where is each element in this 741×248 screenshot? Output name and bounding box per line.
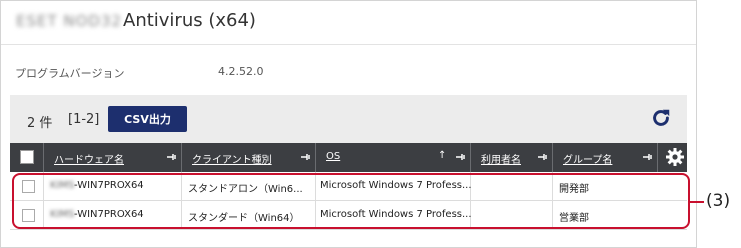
refresh-icon[interactable] [650, 107, 672, 129]
highlight-box [12, 173, 690, 229]
column-label-os: OS [326, 151, 341, 162]
column-header-group[interactable]: グループ名 [553, 143, 658, 172]
header-select-cell [10, 143, 44, 172]
column-header-client-type[interactable]: クライアント種別 [182, 143, 316, 172]
select-all-checkbox[interactable] [20, 150, 34, 164]
version-label: プログラムバージョン [15, 67, 125, 80]
pin-icon[interactable] [455, 152, 465, 162]
column-header-os[interactable]: OS ↑ [316, 143, 471, 172]
sort-ascending-icon[interactable]: ↑ [438, 150, 446, 161]
title-bar: ESET NOD32 Antivirus (x64) [1, 1, 696, 45]
column-header-hardware[interactable]: ハードウェア名 [44, 143, 182, 172]
column-label-client-type: クライアント種別 [192, 155, 272, 166]
program-version-row: プログラムバージョン 4.2.52.0 [1, 55, 696, 91]
column-label-user: 利用者名 [481, 155, 521, 166]
column-label-hardware: ハードウェア名 [54, 155, 124, 166]
pin-icon[interactable] [300, 152, 310, 162]
pin-icon[interactable] [642, 152, 652, 162]
pin-icon[interactable] [537, 152, 547, 162]
table-header: ハードウェア名 クライアント種別 OS ↑ 利用者名 グループ名 [10, 143, 687, 172]
csv-export-button[interactable]: CSV出力 [108, 106, 187, 132]
callout-label: (3) [706, 191, 731, 211]
version-value: 4.2.52.0 [218, 65, 264, 78]
result-count: 2 件 [27, 116, 53, 131]
window-title: Antivirus (x64) [123, 10, 256, 31]
column-header-user[interactable]: 利用者名 [471, 143, 553, 172]
result-range: [1-2] [68, 112, 100, 127]
gear-icon[interactable] [665, 147, 685, 167]
column-label-group: グループ名 [563, 155, 613, 166]
product-name-blurred: ESET NOD32 [16, 12, 123, 30]
list-toolbar: 2 件 [1-2] CSV出力 [10, 95, 687, 143]
callout-leader-line [690, 201, 704, 203]
pin-icon[interactable] [166, 152, 176, 162]
